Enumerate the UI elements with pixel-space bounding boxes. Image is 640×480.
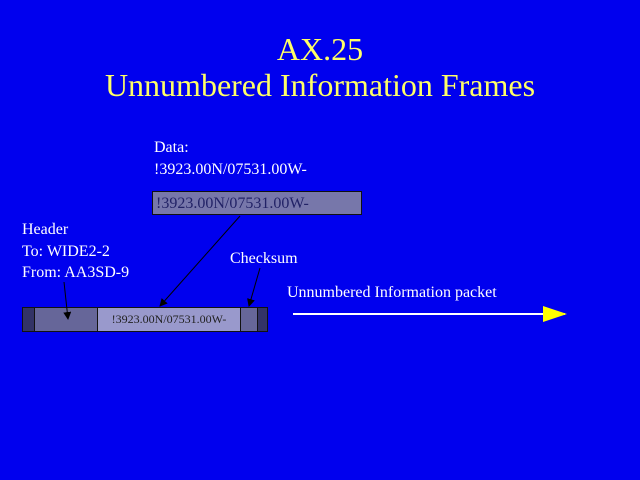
diagram-arrows (63, 215, 567, 322)
header-pointer-arrow (63, 281, 72, 320)
data-pointer-arrow (159, 215, 241, 307)
checksum-pointer-arrow (247, 267, 261, 307)
